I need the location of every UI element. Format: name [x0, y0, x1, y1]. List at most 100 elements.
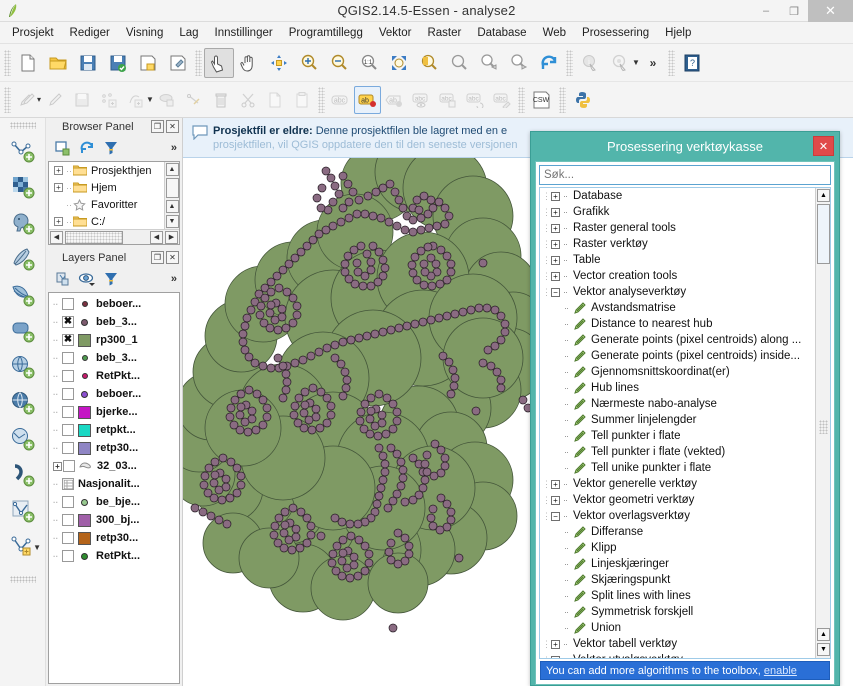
hscroll-thumb[interactable] — [65, 230, 123, 244]
menu-rediger[interactable]: Rediger — [62, 24, 118, 42]
current-edits-icon[interactable] — [13, 86, 40, 114]
menu-hjelp[interactable]: Hjelp — [657, 24, 699, 42]
scroll-up-step-icon[interactable]: ▲ — [165, 200, 179, 213]
add-feature-point-icon[interactable] — [95, 86, 122, 114]
expander-icon[interactable]: + — [551, 655, 560, 658]
layer-row[interactable]: ·· ✖ beb_3... — [49, 313, 177, 331]
layers-panel-float-button[interactable]: ❐ — [151, 251, 164, 264]
layers-list[interactable]: ·· beboer... ·· ✖ beb_3... ·· ✖ rp300_1 … — [48, 292, 180, 684]
label-highlight-icon[interactable]: ab — [353, 85, 381, 114]
collapse-icon[interactable]: − — [551, 287, 560, 297]
search-input[interactable] — [539, 165, 831, 185]
layer-visibility-checkbox[interactable] — [62, 388, 74, 400]
expander-icon[interactable]: + — [551, 191, 560, 201]
refresh-icon[interactable] — [76, 137, 98, 159]
label-show-hide-icon[interactable]: abc — [408, 86, 435, 114]
processing-toolbox-close-button[interactable]: ✕ — [813, 136, 834, 156]
layer-visibility-checkbox[interactable] — [62, 298, 74, 310]
layer-visibility-checkbox[interactable] — [62, 442, 74, 454]
expander-icon[interactable]: + — [54, 217, 63, 226]
label-grip[interactable] — [317, 86, 325, 113]
zoom-last-icon[interactable] — [474, 48, 504, 78]
tree-algorithm[interactable]: ·· Skjæringspunkt — [540, 572, 815, 588]
manage-layer-visibility-icon[interactable] — [76, 268, 98, 290]
expander-icon[interactable]: + — [53, 461, 62, 471]
new-layer-dropdown-icon[interactable]: ▼ — [33, 543, 41, 552]
menu-lag[interactable]: Lag — [171, 24, 206, 42]
layer-visibility-checkbox[interactable] — [62, 370, 74, 382]
add-delimited-text-layer-icon[interactable] — [6, 457, 40, 493]
scroll-up-arrow-icon[interactable]: ▲ — [165, 163, 179, 176]
tree-group-vektor-utvalgsverktoy[interactable]: ⋮+·· Vektor utvalgsverktøy — [540, 652, 815, 658]
layer-row[interactable]: ·· Nasjonalit... — [49, 475, 177, 493]
processing-toolbox-dialog[interactable]: Prosessering verktøykasse ✕ ⋮+·· Databas… — [530, 131, 840, 686]
browser-panel-overflow[interactable]: » — [171, 142, 177, 154]
layer-row[interactable]: ·· be_bje... — [49, 493, 177, 511]
pan-map-icon[interactable] — [234, 48, 264, 78]
add-raster-layer-icon[interactable] — [6, 169, 40, 205]
expander-icon[interactable]: + — [54, 183, 63, 192]
layer-visibility-checkbox[interactable] — [62, 550, 74, 562]
algorithm-tree-scrollbar[interactable]: ▲ ▲ ▼ — [815, 188, 830, 658]
layer-row[interactable]: ·· beboer... — [49, 385, 177, 403]
expander-icon[interactable]: + — [551, 239, 560, 249]
toolbar-grip-2[interactable] — [195, 49, 202, 76]
add-wms-layer-icon[interactable] — [6, 421, 40, 457]
new-project-icon[interactable] — [13, 48, 43, 78]
toolbar-grip-4[interactable] — [667, 49, 675, 76]
tree-algorithm[interactable]: ·· Tell punkter i flate — [540, 428, 815, 444]
browser-item-prosjekthjem[interactable]: + ·· Prosjekthjen — [49, 162, 164, 179]
expander-icon[interactable]: + — [551, 639, 560, 649]
browser-item-c-drive[interactable]: + ·· C:/ — [49, 213, 164, 229]
layer-row[interactable]: ·· 300_bj... — [49, 511, 177, 529]
identify-features-icon[interactable]: i — [575, 48, 605, 78]
python-console-icon[interactable] — [568, 85, 598, 115]
tree-group-grafikk[interactable]: ⋮ + ·· Grafikk — [540, 204, 815, 220]
layer-row[interactable]: ·· beb_3... — [49, 349, 177, 367]
expander-icon[interactable]: + — [54, 166, 63, 175]
tree-group-vektor-generelle-verktoy[interactable]: ⋮ + ·· Vektor generelle verktøy — [540, 476, 815, 492]
layer-visibility-checkbox[interactable] — [62, 532, 74, 544]
tree-algorithm[interactable]: ·· Tell unike punkter i flate — [540, 460, 815, 476]
tree-algorithm[interactable]: ·· Summer linjelengder — [540, 412, 815, 428]
browser-panel-float-button[interactable]: ❐ — [151, 120, 164, 133]
scroll-up-step-icon[interactable]: ▲ — [817, 628, 830, 641]
menu-vektor[interactable]: Vektor — [371, 24, 420, 42]
zoom-next-icon[interactable] — [504, 48, 534, 78]
menu-programtillegg[interactable]: Programtillegg — [281, 24, 371, 42]
zoom-full-extent-icon[interactable] — [384, 48, 414, 78]
expander-icon[interactable]: + — [551, 495, 560, 505]
collapse-icon[interactable]: − — [551, 511, 560, 521]
tree-algorithm[interactable]: ·· Distance to nearest hub — [540, 316, 815, 332]
scroll-up-arrow-icon[interactable]: ▲ — [817, 189, 830, 202]
filter-browser-icon[interactable] — [100, 137, 122, 159]
layer-visibility-checkbox[interactable] — [62, 514, 74, 526]
add-postgis-layer-icon[interactable] — [6, 205, 40, 241]
layer-row[interactable]: ·· bjerke... — [49, 403, 177, 421]
browser-horizontal-scrollbar[interactable]: ◀ ◀ ▶ — [49, 229, 179, 244]
tree-algorithm[interactable]: ·· Gjennomsnittskoordinat(er) — [540, 364, 815, 380]
zoom-full-icon[interactable] — [264, 48, 294, 78]
browser-vertical-scrollbar[interactable]: ▲ ▲ ▼ — [164, 162, 179, 229]
vtoolbar-grip-bottom[interactable] — [9, 576, 36, 583]
toolbar-grip-3[interactable] — [566, 49, 573, 76]
expander-icon[interactable]: + — [551, 255, 560, 265]
expander-icon[interactable]: + — [551, 271, 560, 281]
toolbar-overflow-button[interactable]: » — [640, 56, 666, 70]
algorithm-tree[interactable]: ⋮ + ·· Database ⋮ + ·· Grafikk ⋮ + ·· Raster g… — [539, 187, 831, 659]
add-feature-line-icon[interactable] — [122, 86, 149, 114]
open-project-icon[interactable] — [43, 48, 73, 78]
expander-icon[interactable]: + — [551, 479, 560, 489]
toolbar-grip[interactable] — [4, 49, 11, 76]
scroll-down-arrow-icon[interactable]: ▼ — [817, 643, 830, 656]
tree-algorithm[interactable]: ·· Differanse — [540, 524, 815, 540]
layer-visibility-checkbox[interactable] — [62, 496, 74, 508]
scroll-thumb[interactable] — [817, 204, 830, 264]
enable-additional-providers-link[interactable]: enable — [764, 665, 797, 677]
paste-features-icon[interactable] — [289, 86, 316, 114]
menu-database[interactable]: Database — [469, 24, 534, 42]
tree-group-vektor-analyseverktoy[interactable]: ⋮ − ·· Vektor analyseverktøy — [540, 284, 815, 300]
layer-row[interactable]: + 32_03... — [49, 457, 177, 475]
label-move-icon[interactable]: abc — [435, 86, 462, 114]
browser-panel-close-button[interactable]: ✕ — [166, 120, 179, 133]
